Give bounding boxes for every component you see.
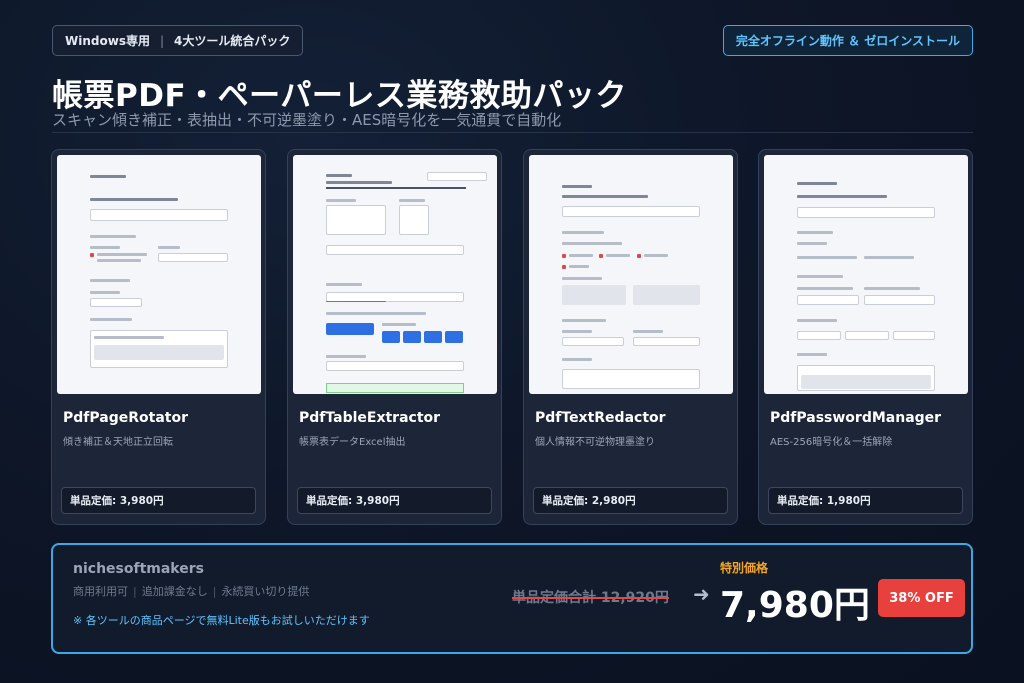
product-description: 帳票表データExcel抽出 (299, 437, 406, 448)
product-card-pdfpagerotator[interactable]: PdfPageRotator 傾き補正＆天地正立回転 単品定価: 3,980円 (51, 149, 266, 525)
pack-label: 4大ツール統合パック (174, 34, 291, 48)
product-name: PdfTextRedactor (535, 410, 666, 426)
product-card-pdftextredactor[interactable]: PdfTextRedactor 個人情報不可逆物理墨塗り 単品定価: 2,980… (523, 149, 738, 525)
product-price: 単品定価: 3,980円 (61, 487, 256, 514)
product-price: 単品定価: 2,980円 (533, 487, 728, 514)
product-card-pdftableextractor[interactable]: PdfTableExtractor 帳票表データExcel抽出 単品定価: 3,… (287, 149, 502, 525)
product-cards: PdfPageRotator 傾き補正＆天地正立回転 単品定価: 3,980円 (51, 149, 973, 525)
page-subtitle: スキャン傾き補正・表抽出・不可逆墨塗り・AES暗号化を一気通貫で自動化 (52, 111, 562, 129)
term-no-extra-charge: 追加課金なし (141, 585, 208, 598)
arrow-right-icon: ➜ (693, 582, 710, 606)
product-screenshot (57, 155, 261, 394)
license-terms: 商用利用可 | 追加課金なし | 永続買い切り提供 (73, 585, 310, 598)
original-total-price: 単品定価合計 12,920円 (512, 590, 669, 606)
product-card-pdfpasswordmanager[interactable]: PdfPasswordManager AES-256暗号化＆一括解除 単品定価:… (758, 149, 973, 525)
brand-name: nichesoftmakers (73, 561, 204, 577)
platform-badge: Windows専用 | 4大ツール統合パック (52, 25, 304, 56)
product-description: AES-256暗号化＆一括解除 (770, 437, 893, 448)
badge-separator: | (159, 33, 165, 48)
product-name: PdfPageRotator (63, 410, 188, 426)
product-name: PdfPasswordManager (770, 410, 942, 426)
product-screenshot (529, 155, 733, 394)
term-perpetual: 永続買い切り提供 (221, 585, 310, 598)
product-description: 傾き補正＆天地正立回転 (63, 437, 173, 448)
product-price: 単品定価: 1,980円 (768, 487, 963, 514)
platform-label: Windows専用 (65, 34, 150, 48)
product-name: PdfTableExtractor (299, 410, 441, 426)
discount-badge: 38% OFF (878, 579, 965, 617)
offline-badge: 完全オフライン動作 ＆ ゼロインストール (722, 25, 973, 56)
product-description: 個人情報不可逆物理墨塗り (535, 437, 655, 448)
special-price-label: 特別価格 (720, 561, 769, 575)
product-screenshot (764, 155, 968, 394)
term-commercial: 商用利用可 (73, 585, 128, 598)
product-screenshot (293, 155, 497, 394)
bundle-offer: nichesoftmakers 商用利用可 | 追加課金なし | 永続買い切り提供 ※ … (51, 543, 973, 654)
special-price: 7,980円 (720, 585, 870, 626)
product-price: 単品定価: 3,980円 (297, 487, 492, 514)
lite-version-note: ※ 各ツールの商品ページで無料Lite版もお試しいただけます (73, 614, 370, 627)
header-divider (52, 132, 973, 133)
